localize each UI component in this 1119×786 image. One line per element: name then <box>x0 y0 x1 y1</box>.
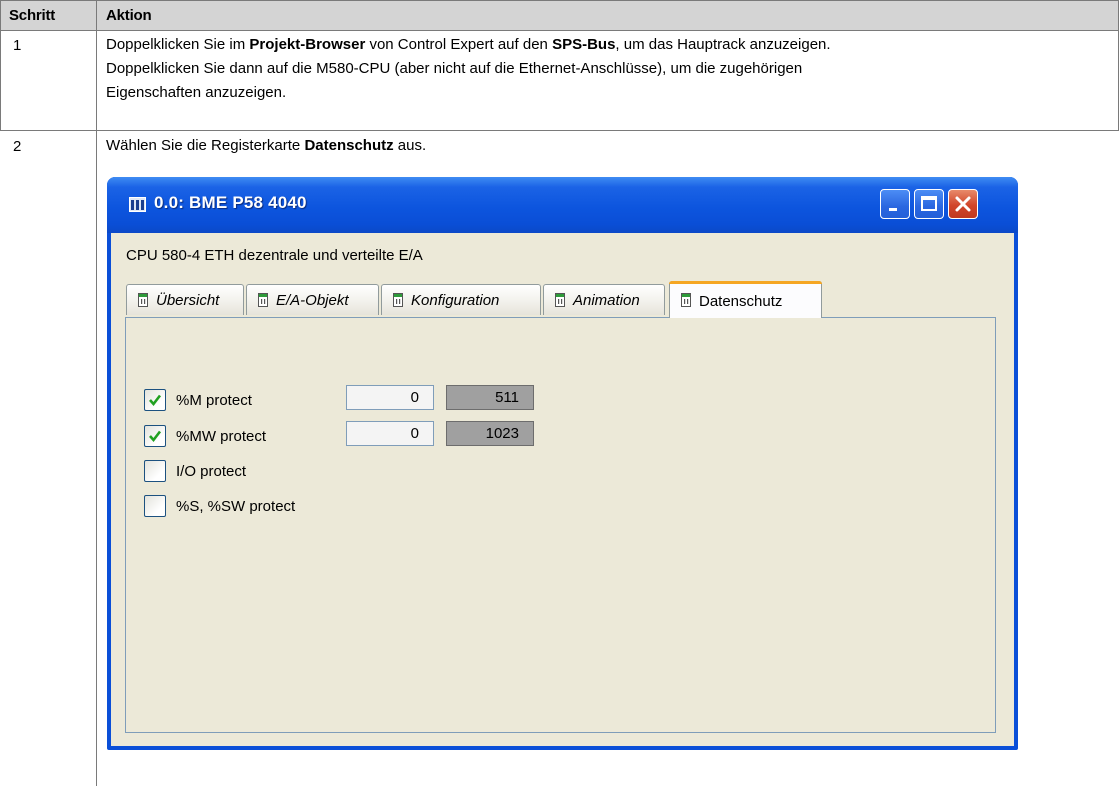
tab-uebersicht[interactable]: Übersicht <box>126 284 244 315</box>
step-2-text: Wählen Sie die Registerkarte Datenschutz… <box>106 137 427 154</box>
step-number-2: 2 <box>13 138 22 155</box>
module-icon <box>555 293 565 307</box>
io-protect-checkbox[interactable] <box>144 460 166 482</box>
minimize-button[interactable] <box>880 189 910 219</box>
m-protect-start-field[interactable]: 0 <box>346 385 434 410</box>
module-icon <box>393 293 403 307</box>
window-titlebar[interactable]: 0.0: BME P58 4040 <box>107 177 1018 233</box>
minimize-icon <box>889 208 897 211</box>
io-protect-label: I/O protect <box>176 463 247 480</box>
s-sw-protect-checkbox[interactable] <box>144 495 166 517</box>
datenschutz-panel: %M protect 0 511 %MW protect 0 1023 I/O … <box>125 317 996 733</box>
mw-protect-label: %MW protect <box>176 428 267 445</box>
m-protect-label: %M protect <box>176 392 252 409</box>
window-title: 0.0: BME P58 4040 <box>154 193 307 212</box>
close-button[interactable] <box>948 189 978 219</box>
mw-protect-end-field: 1023 <box>446 421 534 446</box>
rack-icon <box>129 197 146 212</box>
step-number-1: 1 <box>13 37 22 54</box>
m-protect-end-field: 511 <box>446 385 534 410</box>
module-icon <box>138 293 148 307</box>
tab-animation[interactable]: Animation <box>543 284 665 315</box>
m-protect-checkbox[interactable] <box>144 389 166 411</box>
cpu-properties-window: 0.0: BME P58 4040 CPU 580-4 ETH dezentra… <box>107 177 1018 750</box>
tab-konfiguration[interactable]: Konfiguration <box>381 284 541 315</box>
mw-protect-start-field[interactable]: 0 <box>346 421 434 446</box>
maximize-button[interactable] <box>914 189 944 219</box>
checkmark-icon <box>149 394 162 407</box>
s-sw-protect-label: %S, %SW protect <box>176 498 296 515</box>
module-description: CPU 580-4 ETH dezentrale und verteilte E… <box>126 247 423 264</box>
maximize-icon <box>921 196 937 211</box>
mw-protect-checkbox[interactable] <box>144 425 166 447</box>
window-client-area: CPU 580-4 ETH dezentrale und verteilte E… <box>111 233 1014 746</box>
tab-ea-objekt[interactable]: E/A-Objekt <box>246 284 379 315</box>
module-icon <box>258 293 268 307</box>
module-icon <box>681 293 691 307</box>
header-action: Aktion <box>106 7 152 24</box>
step-1-text: Doppelklicken Sie im Projekt-Browser von… <box>106 36 831 101</box>
tab-datenschutz[interactable]: Datenschutz <box>669 281 822 318</box>
checkmark-icon <box>149 430 162 443</box>
header-step: Schritt <box>9 7 56 24</box>
table-header-row <box>1 1 1118 30</box>
close-icon <box>955 196 971 212</box>
